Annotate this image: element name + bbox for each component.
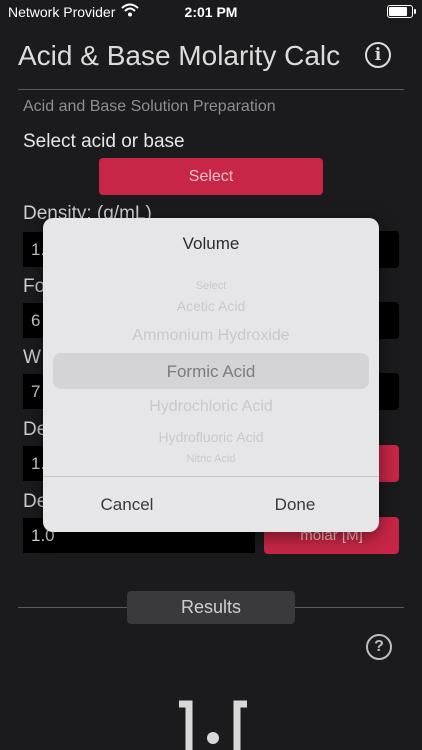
picker-wheel[interactable]: Select Acetic Acid Ammonium Hydroxide Fo…: [53, 270, 369, 472]
help-icon[interactable]: ?: [366, 634, 392, 660]
clock: 2:01 PM: [184, 4, 238, 20]
picker-option[interactable]: Hydrochloric Acid: [53, 398, 369, 416]
app-title: Acid & Base Molarity Calc: [18, 40, 341, 71]
status-bar: Network Provider 2:01 PM: [0, 0, 422, 24]
formula-weight-label: Fo: [23, 276, 46, 297]
flask-logo-icon: [179, 700, 247, 750]
section-subtitle: Acid and Base Solution Preparation: [23, 98, 276, 115]
modal-title: Volume: [182, 234, 240, 253]
weight-label: W: [23, 347, 41, 368]
select-button[interactable]: Select: [99, 158, 323, 195]
header-divider: [18, 89, 404, 90]
cancel-button[interactable]: Cancel: [43, 477, 211, 532]
results-button[interactable]: Results: [127, 591, 295, 624]
picker-option[interactable]: Nitric Acid: [53, 453, 369, 465]
info-icon[interactable]: i: [365, 42, 391, 68]
picker-option[interactable]: Acetic Acid: [53, 298, 369, 314]
select-acid-base-label: Select acid or base: [23, 131, 185, 152]
picker-option[interactable]: Select: [53, 280, 369, 292]
battery-icon: [387, 5, 416, 18]
volume-picker-modal: Volume Select Acetic Acid Ammonium Hydro…: [43, 218, 379, 532]
done-button[interactable]: Done: [211, 477, 379, 532]
picker-option-selected[interactable]: Formic Acid: [53, 362, 369, 382]
picker-option[interactable]: Hydrofluoric Acid: [53, 429, 369, 445]
picker-option[interactable]: Ammonium Hydroxide: [53, 327, 369, 345]
